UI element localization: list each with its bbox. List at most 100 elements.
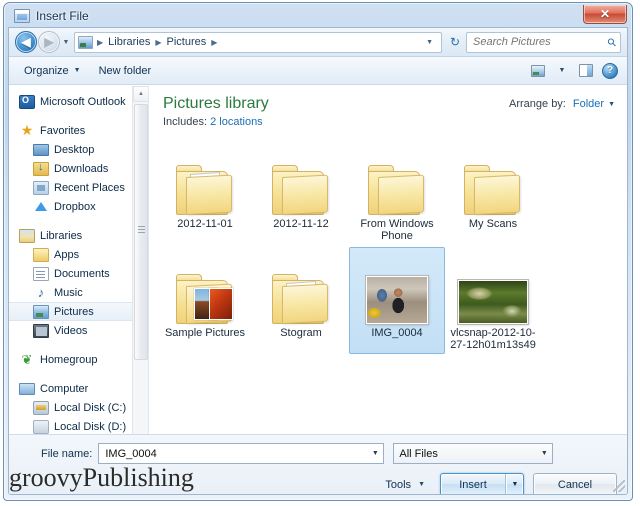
file-item[interactable]: My Scans: [445, 138, 541, 245]
homegroup-icon: ❦: [21, 351, 33, 367]
file-item-label: My Scans: [468, 218, 518, 230]
help-icon: ?: [602, 62, 618, 79]
sidebar-item-label: Desktop: [54, 143, 95, 156]
local-disk-icon: [33, 400, 49, 415]
insert-button[interactable]: Insert ▼: [440, 473, 524, 494]
nav-group-spacer: [9, 340, 148, 350]
forward-button[interactable]: ▶: [38, 31, 60, 53]
sidebar-item-microsoft-outlook[interactable]: Microsoft Outlook: [9, 92, 148, 111]
help-button[interactable]: ?: [599, 61, 621, 81]
preview-pane-icon: [579, 64, 593, 77]
sidebar-item-apps[interactable]: Apps: [9, 245, 148, 264]
sidebar-item-label: Documents: [54, 267, 110, 280]
new-folder-button[interactable]: New folder: [90, 61, 161, 81]
insert-label[interactable]: Insert: [441, 474, 506, 494]
sidebar-item-recent-places[interactable]: Recent Places: [9, 178, 148, 197]
file-item[interactable]: Sample Pictures: [157, 247, 253, 354]
star-icon: ★: [20, 121, 34, 138]
navigation-scrollbar[interactable]: ▲ ▼: [132, 86, 148, 466]
file-item[interactable]: 2012-11-01: [157, 138, 253, 245]
search-box[interactable]: ⚲: [466, 31, 621, 53]
filename-label: File name:: [41, 447, 93, 460]
pictures-icon: [33, 304, 49, 319]
file-items-grid: 2012-11-01 2012-11-12 From Windows Phone My…: [149, 134, 627, 356]
filename-combobox[interactable]: ▼: [98, 443, 385, 464]
sidebar-item-pictures[interactable]: Pictures: [9, 302, 148, 321]
search-input[interactable]: [471, 35, 608, 49]
sidebar-item-homegroup[interactable]: ❦ Homegroup: [9, 350, 148, 369]
file-item-label: vlcsnap-2012-10-27-12h01m13s49: [450, 327, 536, 351]
scrollbar-thumb[interactable]: [134, 104, 148, 360]
sidebar-item-favorites[interactable]: ★ Favorites: [9, 121, 148, 140]
sidebar-item-computer[interactable]: Computer: [9, 379, 148, 398]
scroll-up-button[interactable]: ▲: [133, 86, 148, 102]
close-icon: ✕: [599, 7, 611, 21]
sidebar-item-videos[interactable]: Videos: [9, 321, 148, 340]
locations-link[interactable]: 2 locations: [210, 116, 263, 128]
filename-dropdown-arrow[interactable]: ▼: [367, 444, 383, 463]
preview-pane-button[interactable]: [575, 61, 597, 81]
folder-icon: [368, 143, 426, 215]
file-item[interactable]: vlcsnap-2012-10-27-12h01m13s49: [445, 247, 541, 354]
pictures-library-icon: [78, 35, 93, 49]
file-item-label: From Windows Phone: [360, 218, 434, 242]
library-header-text: Pictures library Includes: 2 locations: [163, 95, 269, 128]
file-item[interactable]: 2012-11-12: [253, 138, 349, 245]
back-button[interactable]: ◀: [15, 31, 37, 53]
sidebar-item-desktop[interactable]: Desktop: [9, 140, 148, 159]
dialog-footer: File name: ▼ All Files ▼ Tools ▼ Insert …: [9, 434, 627, 494]
sidebar-item-label: Recent Places: [54, 181, 125, 194]
view-dropdown-button[interactable]: ▼: [551, 61, 573, 81]
folder-icon: [272, 143, 330, 215]
sidebar-item-dropbox[interactable]: Dropbox: [9, 197, 148, 216]
chevron-down-icon: ▼: [608, 100, 615, 108]
resize-grip[interactable]: [613, 480, 625, 492]
folder-icon: [176, 143, 234, 215]
tools-label: Tools: [385, 478, 412, 491]
filename-row: File name: ▼ All Files ▼: [19, 443, 617, 464]
sidebar-item-music[interactable]: ♪ Music: [9, 283, 148, 302]
file-item-label: IMG_0004: [371, 327, 423, 339]
videos-icon: [33, 323, 49, 338]
sidebar-item-local-disk-c[interactable]: Local Disk (C:): [9, 398, 148, 417]
chevron-down-icon: ▼: [418, 481, 425, 488]
sidebar-item-label: Favorites: [40, 124, 86, 137]
sidebar-item-documents[interactable]: Documents: [9, 264, 148, 283]
filename-input[interactable]: [103, 446, 368, 461]
libraries-icon: [19, 228, 35, 243]
file-item[interactable]: From Windows Phone: [349, 138, 445, 245]
chevron-down-icon: ▼: [558, 67, 566, 74]
address-dropdown-arrow[interactable]: ▼: [421, 39, 438, 46]
tools-button[interactable]: Tools ▼: [378, 475, 432, 495]
folder-icon: [464, 143, 522, 215]
change-view-button[interactable]: [527, 61, 549, 81]
library-header: Pictures library Includes: 2 locations A…: [149, 86, 627, 134]
file-list-pane[interactable]: Pictures library Includes: 2 locations A…: [149, 86, 627, 466]
breadcrumb-pictures[interactable]: Pictures: [164, 35, 210, 49]
breadcrumb-libraries[interactable]: Libraries: [105, 35, 153, 49]
window-title: Insert File: [36, 9, 89, 23]
cancel-button[interactable]: Cancel: [533, 473, 617, 494]
view-icon: [531, 64, 545, 77]
filetype-combobox[interactable]: All Files ▼: [393, 443, 554, 464]
folder-icon: [272, 252, 330, 324]
breadcrumb-separator-2: ▶: [211, 37, 218, 47]
file-item[interactable]: Stogram: [253, 247, 349, 354]
arrange-by-dropdown[interactable]: Folder ▼: [573, 98, 615, 110]
refresh-button[interactable]: ↻: [444, 32, 466, 53]
insert-dropdown-arrow[interactable]: ▼: [506, 474, 523, 494]
sidebar-item-label: Videos: [54, 324, 88, 337]
sidebar-item-libraries[interactable]: Libraries: [9, 226, 148, 245]
filetype-dropdown-arrow[interactable]: ▼: [536, 444, 552, 463]
breadcrumb-separator-0: ▶: [97, 37, 104, 47]
filetype-value: All Files: [399, 447, 438, 460]
recent-places-icon: [33, 180, 49, 195]
organize-button[interactable]: Organize ▼: [15, 61, 90, 81]
file-item[interactable]: IMG_0004: [349, 247, 445, 354]
address-bar[interactable]: ▶ Libraries ▶ Pictures ▶ ▼: [74, 31, 442, 53]
navigation-tree: Microsoft Outlook ★ Favorites Desktop Downlo…: [9, 86, 148, 436]
recent-locations-dropdown[interactable]: ▼: [60, 31, 72, 53]
sidebar-item-downloads[interactable]: Downloads: [9, 159, 148, 178]
close-button[interactable]: ✕: [583, 5, 627, 24]
outlook-icon: [19, 94, 35, 109]
